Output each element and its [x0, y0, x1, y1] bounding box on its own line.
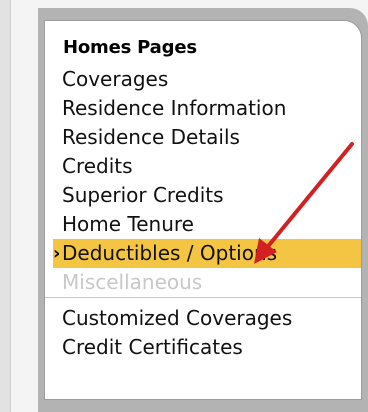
nav-item-deductibles-options[interactable]: › Deductibles / Options: [53, 239, 361, 268]
nav-item-credit-certificates[interactable]: Credit Certificates: [62, 333, 361, 362]
nav-item-label: Home Tenure: [62, 212, 194, 236]
nav-item-credits[interactable]: Credits: [62, 152, 361, 181]
nav-item-label: Miscellaneous: [62, 270, 203, 294]
nav-item-label: Credit Certificates: [62, 335, 243, 359]
nav-item-home-tenure[interactable]: Home Tenure: [62, 210, 361, 239]
nav-divider: [45, 297, 361, 298]
homes-pages-nav-panel: Homes Pages Coverages Residence Informat…: [44, 20, 362, 400]
nav-item-label: Residence Details: [62, 125, 240, 149]
nav-item-label: Superior Credits: [62, 183, 224, 207]
window-left-edge: [0, 0, 11, 412]
nav-item-superior-credits[interactable]: Superior Credits: [62, 181, 361, 210]
nav-item-residence-information[interactable]: Residence Information: [62, 94, 361, 123]
nav-item-coverages[interactable]: Coverages: [62, 65, 361, 94]
nav-item-miscellaneous: Miscellaneous: [62, 268, 361, 297]
nav-item-residence-details[interactable]: Residence Details: [62, 123, 361, 152]
nav-item-customized-coverages[interactable]: Customized Coverages: [62, 304, 361, 333]
nav-item-label: Customized Coverages: [62, 306, 293, 330]
nav-panel-title: Homes Pages: [63, 37, 197, 58]
nav-item-label: Credits: [62, 154, 133, 178]
nav-item-label: Coverages: [62, 67, 169, 91]
current-page-marker-icon: ›: [53, 243, 61, 264]
nav-item-label: Residence Information: [62, 96, 287, 120]
nav-item-label: Deductibles / Options: [62, 241, 278, 265]
